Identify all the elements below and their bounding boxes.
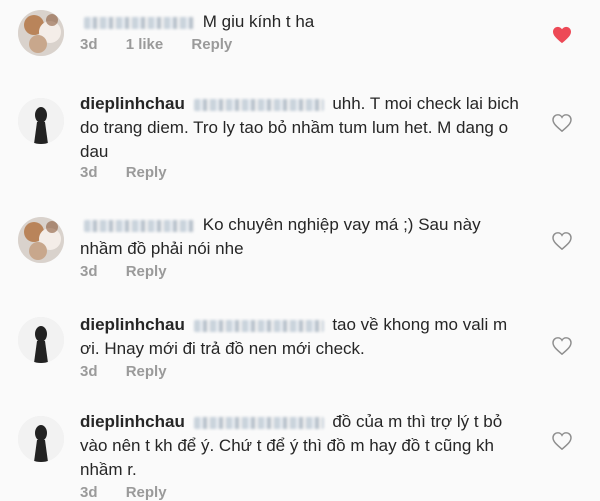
comment-meta: 3d 1 like Reply xyxy=(80,36,256,53)
like-heart-filled-icon[interactable] xyxy=(552,26,572,44)
flower-avatar-icon xyxy=(18,10,64,56)
like-heart-outline-icon[interactable] xyxy=(552,337,572,355)
reply-button[interactable]: Reply xyxy=(191,36,232,53)
reply-button[interactable]: Reply xyxy=(126,164,167,181)
comment-text: dieplinhchau tao về khong mo vali m ơi. … xyxy=(80,313,520,361)
avatar[interactable] xyxy=(18,317,64,363)
avatar[interactable] xyxy=(18,98,64,144)
comment-meta: 3d Reply xyxy=(80,484,191,501)
reply-button[interactable]: Reply xyxy=(126,363,167,380)
comment-message: tao về khong mo vali m xyxy=(332,315,508,334)
comment-text: M giu kính t ha xyxy=(80,10,520,34)
blurred-username xyxy=(84,219,194,232)
username-link[interactable]: dieplinhchau xyxy=(80,315,185,334)
comment-message: Ko chuyên nghiệp vay má ;) Sau này xyxy=(202,215,481,234)
timestamp: 3d xyxy=(80,263,98,280)
blurred-username xyxy=(84,16,194,29)
like-heart-outline-icon[interactable] xyxy=(552,232,572,250)
flower-avatar-icon xyxy=(18,217,64,263)
comment-text: Ko chuyên nghiệp vay má ;) Sau này nhầm … xyxy=(80,213,520,261)
blurred-mention xyxy=(193,416,324,429)
likes-count[interactable]: 1 like xyxy=(126,36,164,53)
silhouette-avatar-icon xyxy=(18,416,64,462)
comment-meta: 3d Reply xyxy=(80,164,191,181)
blurred-mention xyxy=(193,319,324,332)
like-heart-outline-icon[interactable] xyxy=(552,114,572,132)
avatar[interactable] xyxy=(18,416,64,462)
timestamp: 3d xyxy=(80,36,98,53)
comment-text: dieplinhchau đồ của m thì trợ lý t bỏ và… xyxy=(80,410,520,482)
blurred-mention xyxy=(193,98,324,111)
comment-text: dieplinhchau uhh. T moi check lai bich d… xyxy=(80,92,520,164)
username-link[interactable]: dieplinhchau xyxy=(80,412,185,431)
username-link[interactable]: dieplinhchau xyxy=(80,94,185,113)
silhouette-avatar-icon xyxy=(18,317,64,363)
comment-message-cont: nhầm đồ phải nói nhe xyxy=(80,239,244,258)
silhouette-avatar-icon xyxy=(18,98,64,144)
timestamp: 3d xyxy=(80,363,98,380)
comment-message: đồ của m thì trợ lý t bỏ xyxy=(332,412,503,431)
comment-meta: 3d Reply xyxy=(80,363,191,380)
comment-message-cont: ơi. Hnay mới đi trả đồ nen mới check. xyxy=(80,339,365,358)
avatar[interactable] xyxy=(18,10,64,56)
timestamp: 3d xyxy=(80,484,98,501)
comment-meta: 3d Reply xyxy=(80,263,191,280)
timestamp: 3d xyxy=(80,164,98,181)
like-heart-outline-icon[interactable] xyxy=(552,432,572,450)
comment-message-cont: vào nên t kh để ý. Chứ t để ý thì đồ m h… xyxy=(80,436,494,479)
avatar[interactable] xyxy=(18,217,64,263)
comment-message: uhh. T moi check lai xyxy=(332,94,483,113)
reply-button[interactable]: Reply xyxy=(126,263,167,280)
reply-button[interactable]: Reply xyxy=(126,484,167,501)
comment-message: M giu kính t ha xyxy=(202,12,315,31)
